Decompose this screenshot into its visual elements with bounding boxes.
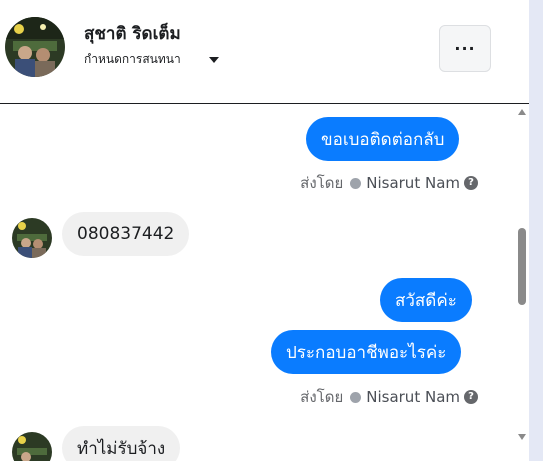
scroll-down-arrow-icon[interactable] (518, 434, 526, 440)
incoming-message: 080837442 (62, 212, 190, 256)
message-list[interactable]: ขอเบอติดต่อกลับ ส่งโดย Nisarut Nam ? 080… (0, 104, 515, 461)
verified-icon (350, 391, 362, 403)
verified-icon (350, 177, 362, 189)
outgoing-message: ประกอบอาชีพอะไรค่ะ (271, 330, 462, 374)
help-icon[interactable]: ? (464, 176, 478, 190)
incoming-message: ทำไม่รับจ้าง (62, 426, 181, 461)
message-text: 080837442 (77, 224, 175, 244)
contact-name[interactable]: สุชาติ ริดเต็ม (84, 20, 181, 47)
caret-down-icon[interactable] (209, 57, 219, 63)
sent-by-line: ส่งโดย Nisarut Nam ? (300, 385, 478, 409)
scrollbar-thumb[interactable] (518, 228, 526, 305)
scrollbar[interactable] (515, 104, 529, 461)
scroll-up-arrow-icon[interactable] (518, 109, 526, 115)
message-text: ประกอบอาชีพอะไรค่ะ (286, 342, 447, 363)
sent-by-label: ส่งโดย (300, 174, 344, 192)
message-text: ขอเบอติดต่อกลับ (321, 129, 445, 150)
contact-avatar[interactable] (5, 17, 65, 77)
side-strip (529, 0, 543, 461)
message-text: สวัสดีค่ะ (395, 290, 457, 311)
more-options-button[interactable]: ··· (439, 25, 491, 72)
help-icon[interactable]: ? (464, 390, 478, 404)
more-dots-icon: ··· (454, 39, 476, 58)
conversation-settings-label[interactable]: กำหนดการสนทนา (84, 50, 181, 69)
outgoing-message: ขอเบอติดต่อกลับ (306, 117, 460, 161)
conversation-header: สุชาติ ริดเต็ม กำหนดการสนทนา ··· (0, 0, 529, 104)
sender-name[interactable]: Nisarut Nam (366, 388, 460, 406)
message-text: ทำไม่รับจ้าง (77, 438, 166, 459)
sent-by-label: ส่งโดย (300, 388, 344, 406)
sender-name[interactable]: Nisarut Nam (366, 174, 460, 192)
outgoing-message: สวัสดีค่ะ (380, 278, 472, 322)
sent-by-line: ส่งโดย Nisarut Nam ? (300, 171, 478, 195)
contact-avatar-small[interactable] (12, 218, 52, 258)
contact-avatar-small[interactable] (12, 432, 52, 461)
